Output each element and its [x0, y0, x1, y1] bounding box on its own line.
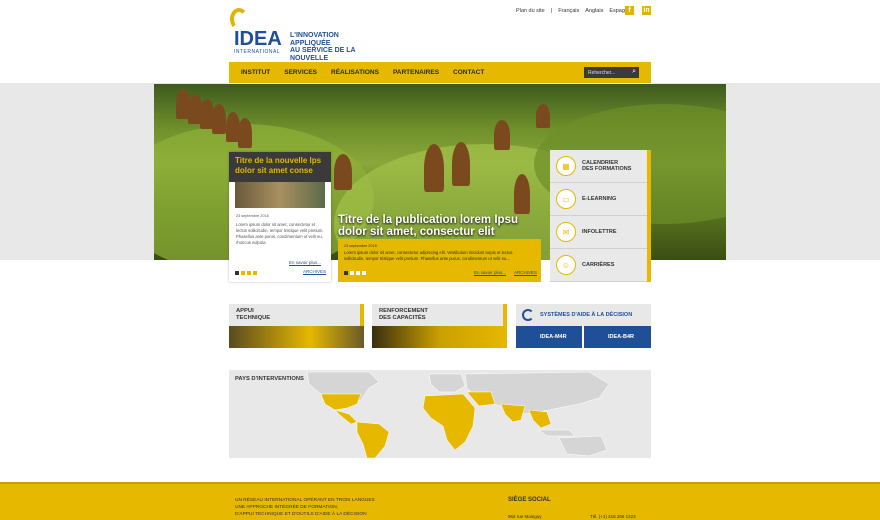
pager-dot-3[interactable] [247, 271, 251, 275]
news-card: Titre de la nouvelle lps dolor sit amet … [229, 152, 331, 282]
search-placeholder: Rehercher... [588, 70, 616, 76]
side-item-label: CARRIÈRES [582, 261, 615, 268]
idea-swirl-icon [522, 331, 534, 343]
news-archives-link[interactable]: ARCHIVES [303, 269, 326, 274]
pager-dot-2[interactable] [350, 271, 354, 275]
logo-subtext: INTERNATIONAL [234, 49, 281, 55]
footer-phone: Tél. (+1) 418 266 1223 [590, 514, 636, 519]
news-date: 23 septembre 2018 [236, 214, 269, 218]
box-accent [360, 304, 364, 326]
main-nav: INSTITUT SERVICES RÉALISATIONS PARTENAIR… [229, 62, 651, 83]
nav-item-contact[interactable]: CONTACT [453, 69, 484, 76]
pager-dot-3[interactable] [356, 271, 360, 275]
map-central-america [334, 409, 358, 425]
nav-item-services[interactable]: SERVICES [284, 69, 317, 76]
news-title[interactable]: Titre de la nouvelle lps dolor sit amet … [229, 152, 331, 182]
publication-archives-link[interactable]: ARCHIVES [514, 270, 537, 275]
logo-swirl-icon [230, 8, 248, 30]
linkedin-icon[interactable]: in [642, 6, 651, 15]
box-title: RENFORCEMENT DES CAPACITÉS [379, 308, 428, 321]
news-image [235, 182, 325, 208]
pager-dot-4[interactable] [253, 271, 257, 275]
side-item-carrieres[interactable]: ☺ CARRIÈRES [550, 249, 647, 282]
tagline-line-2: AU SERVICE DE LA [290, 47, 356, 54]
tagline-line-1: L'INNOVATION APPLIQUÉE [290, 32, 339, 47]
pager-dot-2[interactable] [241, 271, 245, 275]
box-image [372, 326, 507, 348]
footer: UN RÉSEAU INTERNATIONAL OPÉRANT EN TROIS… [0, 482, 880, 520]
nav-item-institut[interactable]: INSTITUT [241, 69, 270, 76]
top-links: Plan du site | Français Anglais Espagnol [516, 8, 632, 14]
map-usa-area [320, 393, 362, 411]
publication-card: 23 septembre 2018 Lorem ipsum dolor sit … [338, 239, 541, 282]
search-input[interactable]: Rehercher... ⌕ [584, 67, 639, 78]
side-item-infolettre[interactable]: ✉ INFOLETTRE [550, 216, 647, 249]
idea-logo[interactable]: IDEA INTERNATIONAL [228, 8, 288, 55]
footer-address: 962 rue Mainguy [508, 514, 542, 519]
pager-dot-1[interactable] [235, 271, 239, 275]
search-icon[interactable]: ⌕ [632, 68, 636, 76]
map-southeast-asia [528, 409, 552, 429]
side-item-calendrier[interactable]: ▦ CALENDRIER DES FORMATIONS [550, 150, 647, 183]
separator: | [550, 8, 553, 14]
world-map-svg [306, 371, 610, 458]
person-icon: ☺ [556, 255, 576, 275]
footer-line-3: D'APPUI TECHNIQUE ET D'OUTILS D'AIDE À L… [235, 512, 367, 517]
idea-b4r-button[interactable]: IDEA-B4R [584, 326, 651, 348]
intervention-map: PAYS D'INTERVENTIONS [229, 370, 651, 458]
box-accent [503, 304, 507, 326]
publication-read-more-link[interactable]: En savoir plus... [474, 270, 506, 275]
map-africa [422, 393, 476, 451]
map-south-america [356, 421, 390, 458]
publication-pager [344, 271, 366, 275]
sad-header[interactable]: SYSTÈMES D'AIDE À LA DÉCISION [516, 304, 651, 326]
pager-dot-1[interactable] [344, 271, 348, 275]
pager-dot-4[interactable] [362, 271, 366, 275]
news-pager [235, 271, 257, 275]
sad-title: SYSTÈMES D'AIDE À LA DÉCISION [540, 312, 633, 318]
box-image [229, 326, 364, 348]
map-indonesia [538, 429, 576, 437]
idea-b4r-label: IDEA-B4R [608, 334, 634, 340]
envelope-icon: ✉ [556, 222, 576, 242]
map-europe [428, 373, 466, 393]
idea-swirl-icon [590, 331, 602, 343]
map-australia [558, 435, 608, 457]
side-item-label: CALENDRIER DES FORMATIONS [582, 159, 632, 173]
renforcement-capacites-box[interactable]: RENFORCEMENT DES CAPACITÉS [372, 304, 507, 348]
footer-text: UN RÉSEAU INTERNATIONAL OPÉRANT EN TROIS… [235, 497, 375, 518]
monitor-icon: ▭ [556, 189, 576, 209]
lang-french-link[interactable]: Français [558, 8, 579, 14]
decision-support-box: SYSTÈMES D'AIDE À LA DÉCISION IDEA-M4R I… [516, 304, 651, 348]
footer-line-1: UN RÉSEAU INTERNATIONAL OPÉRANT EN TROIS… [235, 498, 375, 503]
box-title: APPUI TECHNIQUE [236, 308, 271, 321]
side-item-elearning[interactable]: ▭ E-LEARNING [550, 183, 647, 216]
publication-text: Lorem ipsum dolor sit amet, consectetur … [344, 250, 513, 261]
facebook-icon[interactable]: f [625, 6, 634, 15]
logo-text: IDEA [234, 28, 282, 50]
side-menu: ▦ CALENDRIER DES FORMATIONS ▭ E-LEARNING … [550, 150, 651, 282]
appui-technique-box[interactable]: APPUI TECHNIQUE [229, 304, 364, 348]
footer-hq-title: SIÈGE SOCIAL [508, 497, 551, 503]
publication-title[interactable]: Titre de la publication lorem Ipsu dolor… [338, 214, 538, 238]
publication-date: 23 septembre 2018 [344, 244, 377, 248]
news-text: Lorem ipsum dolor sit amet, consectetur … [236, 222, 324, 245]
sitemap-link[interactable]: Plan du site [516, 8, 545, 14]
nav-item-partenaires[interactable]: PARTENAIRES [393, 69, 439, 76]
calendar-icon: ▦ [556, 156, 576, 176]
lang-english-link[interactable]: Anglais [585, 8, 603, 14]
news-read-more-link[interactable]: En savoir plus... [289, 260, 321, 265]
idea-m4r-label: IDEA-M4R [540, 334, 567, 340]
footer-line-2: UNE APPROCHE INTÉGRÉE DE FORMATION, [235, 505, 339, 510]
nav-item-realisations[interactable]: RÉALISATIONS [331, 69, 379, 76]
idea-swirl-icon [522, 309, 534, 321]
side-item-label: E-LEARNING [582, 195, 617, 202]
idea-m4r-button[interactable]: IDEA-M4R [516, 326, 582, 348]
side-item-label: INFOLETTRE [582, 228, 617, 235]
map-south-asia [500, 403, 526, 423]
